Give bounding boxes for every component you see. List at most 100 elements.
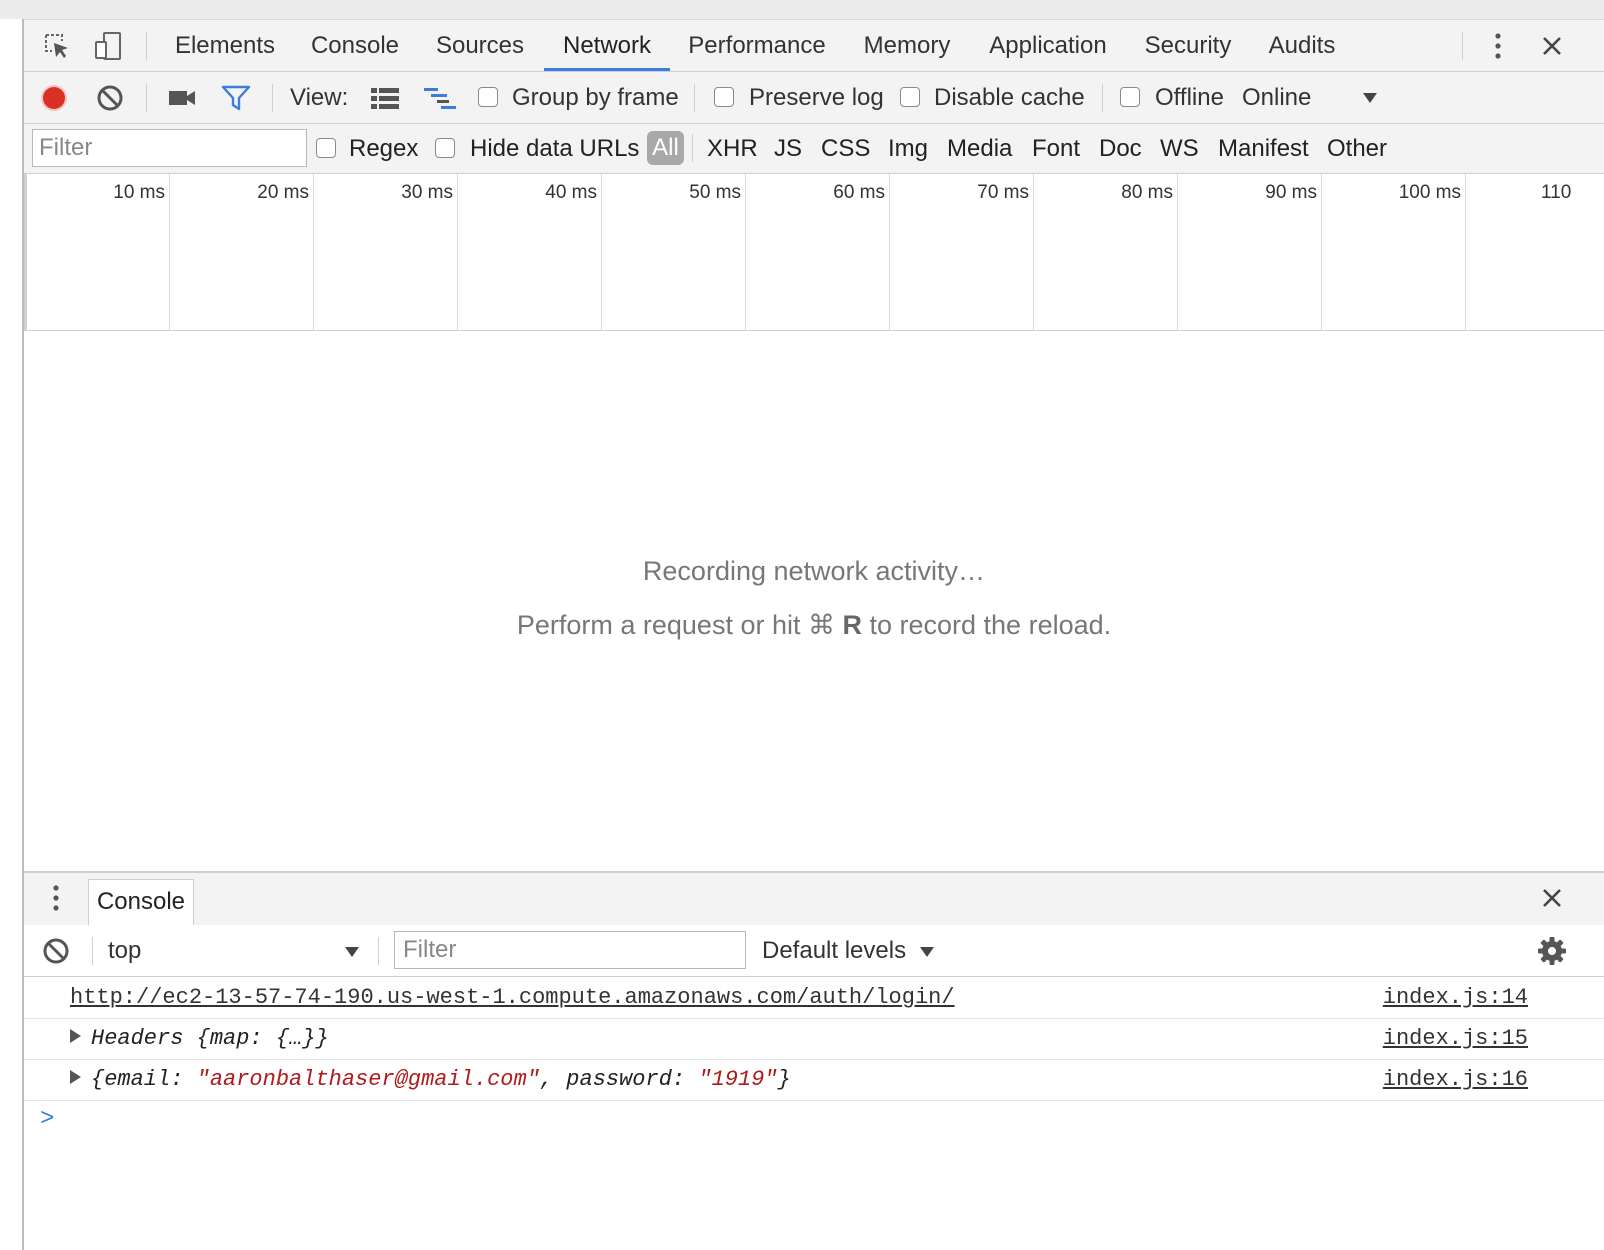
filter-funnel-icon[interactable] — [216, 72, 256, 123]
chevron-down-icon — [344, 925, 360, 976]
hide-data-urls-checkbox[interactable] — [435, 138, 455, 158]
filter-type-doc[interactable]: Doc — [1099, 124, 1142, 173]
offline-checkbox[interactable] — [1120, 87, 1140, 107]
tab-memory[interactable]: Memory — [855, 20, 959, 71]
email-value: aaronbalthaser@gmail.com — [209, 1067, 527, 1092]
regex-checkbox[interactable] — [316, 138, 336, 158]
expand-triangle-icon[interactable] — [70, 1029, 81, 1044]
tab-sources[interactable]: Sources — [429, 20, 531, 71]
close-devtools-icon[interactable] — [1532, 20, 1572, 71]
group-by-frame-checkbox[interactable] — [478, 87, 498, 107]
timeline-gridline — [1177, 174, 1178, 330]
timeline-gridline — [169, 174, 170, 330]
console-message-text[interactable]: Headers {map: {…}} — [70, 1019, 329, 1059]
page-edge — [0, 19, 24, 1250]
chevron-down-icon[interactable] — [1350, 72, 1390, 123]
network-filter-input[interactable] — [32, 129, 307, 167]
separator — [694, 84, 695, 112]
filter-type-css[interactable]: CSS — [821, 124, 870, 173]
clear-icon[interactable] — [90, 72, 130, 123]
timeline-tick-label: 70 ms — [977, 182, 1029, 203]
regex-label: Regex — [349, 135, 419, 162]
gear-icon[interactable] — [1532, 925, 1572, 976]
inspect-element-icon[interactable] — [37, 20, 77, 71]
disable-cache-checkbox[interactable] — [900, 87, 920, 107]
filter-bar: Regex Hide data URLs All XHR JS CSS Img … — [24, 124, 1604, 174]
reload-hint-key: R — [842, 610, 862, 640]
console-toolbar: top Default levels — [24, 925, 1604, 977]
timeline-gridline — [745, 174, 746, 330]
timeline-tick-label: 80 ms — [1121, 182, 1173, 203]
source-link[interactable]: index.js:15 — [1383, 1019, 1528, 1059]
filter-type-img[interactable]: Img — [888, 124, 928, 173]
view-label: View: — [290, 84, 349, 111]
filter-type-all[interactable]: All — [647, 131, 684, 165]
console-prompt-icon[interactable]: > — [40, 1106, 54, 1133]
timeline-gridline — [1465, 174, 1466, 330]
console-message: {email: "aaronbalthaser@gmail.com", pass… — [24, 1060, 1604, 1101]
timeline-gridline — [1033, 174, 1034, 330]
separator — [272, 84, 273, 112]
tab-audits[interactable]: Audits — [1260, 20, 1344, 71]
tab-security[interactable]: Security — [1138, 20, 1238, 71]
console-message-text[interactable]: {email: "aaronbalthaser@gmail.com", pass… — [70, 1060, 791, 1100]
drawer-tab-console[interactable]: Console — [88, 879, 194, 925]
tab-application[interactable]: Application — [980, 20, 1116, 71]
devtools-tab-bar: Elements Console Sources Network Perform… — [24, 20, 1604, 72]
network-toolbar: View: Group by frame Preserve log Disabl… — [24, 72, 1604, 124]
drawer-menu-icon[interactable] — [36, 873, 76, 923]
source-link[interactable]: index.js:14 — [1383, 978, 1528, 1018]
large-rows-icon[interactable] — [365, 72, 405, 123]
record-icon[interactable] — [34, 72, 74, 123]
source-link[interactable]: index.js:16 — [1383, 1060, 1528, 1100]
overview-waterfall-icon[interactable] — [420, 72, 460, 123]
headers-object-preview: {map: {…}} — [196, 1026, 329, 1051]
log-levels-dropdown[interactable]: Default levels — [762, 925, 935, 976]
tab-performance[interactable]: Performance — [683, 20, 831, 71]
timeline-gridline — [889, 174, 890, 330]
separator — [146, 84, 147, 112]
filter-type-media[interactable]: Media — [947, 124, 1012, 173]
screenshot-camera-icon[interactable] — [162, 72, 202, 123]
recording-status-text: Recording network activity… — [642, 556, 986, 586]
context-selector[interactable]: top — [108, 925, 378, 976]
password-value: 1919 — [711, 1067, 765, 1092]
clear-console-icon[interactable] — [36, 925, 76, 976]
filter-type-other[interactable]: Other — [1327, 124, 1387, 173]
filter-type-manifest[interactable]: Manifest — [1218, 124, 1309, 173]
separator — [146, 32, 147, 60]
preserve-log-checkbox[interactable] — [714, 87, 734, 107]
separator — [92, 937, 93, 965]
timeline-tick-label: 30 ms — [401, 182, 453, 203]
timeline-tick-label: 60 ms — [833, 182, 885, 203]
more-options-icon[interactable] — [1478, 20, 1518, 71]
timeline-gridline — [313, 174, 314, 330]
reload-hint-prefix: Perform a request or hit ⌘ — [516, 610, 843, 640]
close-drawer-icon[interactable] — [1532, 873, 1572, 923]
expand-triangle-icon[interactable] — [70, 1070, 81, 1085]
timeline-tick-label: 110 — [1541, 182, 1572, 203]
console-message: Headers {map: {…}} index.js:15 — [24, 1019, 1604, 1060]
throttling-select[interactable]: Online — [1242, 72, 1311, 123]
device-toolbar-icon[interactable] — [88, 20, 128, 71]
reload-hint-text: Perform a request or hit ⌘ R to record t… — [24, 610, 1604, 641]
separator — [1102, 84, 1103, 112]
hide-data-urls-label: Hide data URLs — [470, 135, 640, 162]
filter-type-xhr[interactable]: XHR — [707, 124, 758, 173]
log-url-link[interactable]: http://ec2-13-57-74-190.us-west-1.comput… — [70, 985, 955, 1010]
timeline-tick-label: 20 ms — [257, 182, 309, 203]
console-filter-input[interactable] — [394, 931, 746, 969]
tab-network[interactable]: Network — [552, 20, 662, 71]
filter-type-font[interactable]: Font — [1032, 124, 1080, 173]
console-message-text: http://ec2-13-57-74-190.us-west-1.comput… — [70, 978, 955, 1018]
offline-label: Offline — [1155, 84, 1224, 111]
tab-console[interactable]: Console — [304, 20, 406, 71]
headers-object-name: Headers — [91, 1026, 184, 1051]
disable-cache-label: Disable cache — [934, 84, 1085, 111]
network-overview-timeline[interactable]: 10 ms 20 ms 30 ms 40 ms 50 ms 60 ms 70 m… — [24, 174, 1604, 331]
window-top-strip — [0, 0, 1604, 20]
tab-elements[interactable]: Elements — [167, 20, 283, 71]
filter-type-js[interactable]: JS — [774, 124, 802, 173]
timeline-tick-label: 10 ms — [113, 182, 165, 203]
filter-type-ws[interactable]: WS — [1160, 124, 1199, 173]
